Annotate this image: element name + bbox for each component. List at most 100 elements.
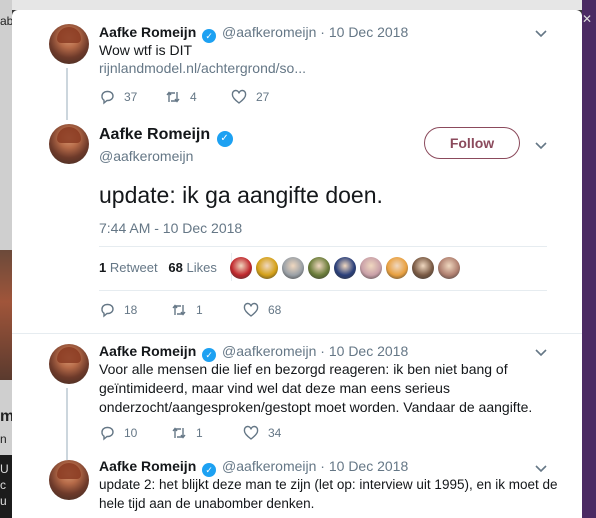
background-text: m	[0, 408, 12, 425]
reply-button[interactable]: 10	[99, 425, 171, 441]
retweet-button[interactable]: 1	[171, 425, 243, 441]
reply-count: 10	[124, 426, 138, 440]
engagement-stats: 1 Retweet 68 Likes	[99, 260, 217, 275]
background-page-left: ab m n U c u	[0, 0, 12, 518]
like-stat-count: 68	[168, 260, 183, 275]
author-handle[interactable]: @aafkeromeijn	[99, 148, 193, 164]
background-photo	[0, 250, 12, 380]
follow-button[interactable]: Follow	[424, 127, 520, 159]
heart-icon	[231, 89, 247, 104]
like-button[interactable]: 27	[231, 89, 297, 105]
like-count: 34	[268, 426, 282, 440]
liker-avatar[interactable]	[282, 257, 304, 279]
retweet-icon	[172, 304, 186, 316]
reply-icon	[101, 426, 114, 441]
author-name[interactable]: Aafke Romeijn	[99, 458, 196, 474]
tweet-date[interactable]: 10 Dec 2018	[329, 24, 408, 40]
heart-icon	[243, 425, 259, 440]
author-name-text: Aafke Romeijn	[99, 126, 211, 143]
liker-avatar[interactable]	[360, 257, 382, 279]
background-page-right: ✕	[582, 0, 596, 518]
chevron-down-icon[interactable]	[534, 461, 548, 475]
close-icon[interactable]: ✕	[582, 12, 594, 26]
retweet-count: 1	[196, 303, 203, 317]
tweet-actions: 37 4 27	[99, 89, 297, 105]
author-name[interactable]: Aafke Romeijn	[99, 343, 196, 359]
avatar[interactable]	[49, 124, 89, 164]
tweet-link[interactable]: rijnlandmodel.nl/achtergrond/so...	[99, 59, 306, 78]
like-count: 68	[268, 303, 282, 317]
author-name[interactable]: Aafke Romeijn ✓	[99, 126, 235, 147]
background-text: U	[0, 462, 9, 476]
divider	[99, 246, 547, 247]
tweet-separator	[12, 333, 582, 334]
chevron-down-icon[interactable]	[534, 26, 548, 40]
author-handle[interactable]: @aafkeromeijn	[222, 24, 316, 40]
liker-avatar[interactable]	[230, 257, 252, 279]
tweet-text: Wow wtf is DIT	[99, 42, 193, 58]
liker-avatar[interactable]	[412, 257, 434, 279]
liker-avatar[interactable]	[386, 257, 408, 279]
tweet-text-line: hele tijd aan de unabomber denken.	[99, 496, 315, 511]
liker-avatar[interactable]	[256, 257, 278, 279]
chevron-down-icon[interactable]	[534, 345, 548, 359]
retweet-stat[interactable]: 1 Retweet	[99, 260, 158, 275]
liker-avatar[interactable]	[308, 257, 330, 279]
background-text: c	[0, 478, 6, 492]
liker-avatars	[230, 257, 464, 279]
separator-dot: ·	[320, 343, 325, 359]
liker-avatar[interactable]	[334, 257, 356, 279]
like-button[interactable]: 34	[243, 425, 315, 441]
tweet-date[interactable]: 10 Dec 2018	[329, 458, 408, 474]
author-handle[interactable]: @aafkeromeijn	[222, 458, 316, 474]
background-text: u	[0, 494, 7, 508]
tweet-header: Aafke Romeijn ✓ @aafkeromeijn · 10 Dec 2…	[99, 342, 408, 362]
background-text: ab	[0, 14, 12, 28]
reply-icon	[101, 303, 114, 318]
avatar[interactable]	[49, 24, 89, 64]
like-stat[interactable]: 68 Likes	[168, 260, 216, 275]
retweet-button[interactable]: 1	[171, 302, 243, 318]
reply-count: 18	[124, 303, 138, 317]
tweet-header: Aafke Romeijn ✓ @aafkeromeijn · 10 Dec 2…	[99, 457, 408, 477]
retweet-stat-count: 1	[99, 260, 107, 275]
tweet-text-line: update 2: het blijkt deze man te zijn (l…	[99, 477, 558, 492]
tweet-date[interactable]: 10 Dec 2018	[329, 343, 408, 359]
background-text: n	[0, 432, 7, 446]
liker-avatar[interactable]	[438, 257, 460, 279]
author-handle[interactable]: @aafkeromeijn	[222, 343, 316, 359]
like-stat-label: Likes	[186, 260, 217, 275]
avatar[interactable]	[49, 460, 89, 500]
avatar[interactable]	[49, 344, 89, 384]
like-count: 27	[256, 90, 270, 104]
retweet-button[interactable]: 4	[165, 89, 231, 105]
separator-dot: ·	[320, 458, 325, 474]
like-button[interactable]: 68	[243, 302, 315, 318]
separator-dot: ·	[320, 24, 325, 40]
tweet-actions: 10 1 34	[99, 425, 315, 441]
author-name[interactable]: Aafke Romeijn	[99, 24, 196, 40]
thread-line	[66, 68, 68, 120]
heart-icon	[243, 302, 259, 317]
retweet-count: 1	[196, 426, 203, 440]
tweet-thread-modal: Aafke Romeijn ✓ @aafkeromeijn · 10 Dec 2…	[12, 10, 582, 518]
retweet-icon	[166, 91, 180, 103]
verified-icon: ✓	[216, 131, 233, 147]
tweet-actions: 18 1 68	[99, 302, 315, 318]
chevron-down-icon[interactable]	[534, 138, 548, 152]
tweet-text-line: geïntimideerd, maar vind wel dat deze ma…	[99, 380, 450, 396]
main-tweet-text: update: ik ga aangifte doen.	[99, 182, 383, 208]
divider	[99, 290, 547, 291]
reply-count: 37	[124, 90, 138, 104]
tweet-header: Aafke Romeijn ✓ @aafkeromeijn · 10 Dec 2…	[99, 23, 408, 43]
retweet-count: 4	[190, 90, 197, 104]
tweet-timestamp[interactable]: 7:44 AM - 10 Dec 2018	[99, 220, 242, 236]
reply-button[interactable]: 18	[99, 302, 171, 318]
verified-icon: ✓	[202, 29, 217, 43]
thread-line	[66, 388, 68, 460]
reply-button[interactable]: 37	[99, 89, 165, 105]
tweet-text-line: Voor alle mensen die lief en bezorgd rea…	[99, 361, 508, 377]
retweet-stat-label: Retweet	[109, 260, 158, 275]
retweet-icon	[172, 427, 186, 439]
tweet-text-line: onderzocht/aangesproken/gestopt moet wor…	[99, 399, 533, 415]
